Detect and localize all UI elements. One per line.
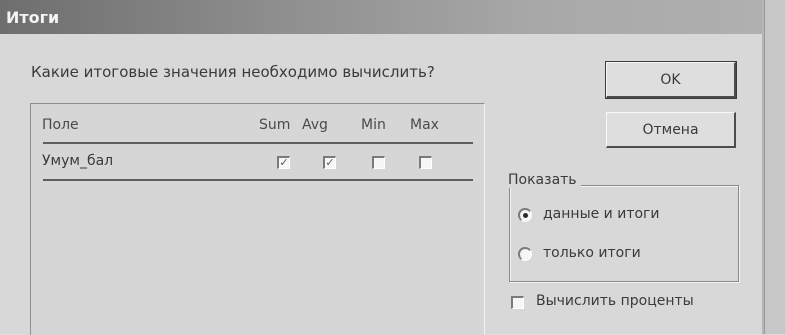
- min-checkbox[interactable]: [372, 156, 385, 169]
- radio-label-totals-only: только итоги: [543, 245, 641, 261]
- radio-label-data-and-totals: данные и итоги: [543, 206, 660, 222]
- header-divider: [43, 142, 473, 144]
- show-group-legend: Показать: [504, 172, 581, 188]
- column-header-max: Max: [410, 117, 439, 133]
- row-field-name: Умум_бал: [42, 153, 114, 169]
- radio-totals-only[interactable]: [518, 247, 532, 261]
- column-header-avg: Avg: [302, 117, 328, 133]
- prompt-text: Какие итоговые значения необходимо вычис…: [31, 63, 435, 81]
- checkmark-icon: ✓: [279, 156, 289, 169]
- column-header-sum: Sum: [259, 117, 291, 133]
- window-title: Итоги: [6, 8, 60, 27]
- cancel-button[interactable]: Отмена: [606, 112, 736, 148]
- show-options-group: [509, 185, 739, 282]
- max-checkbox[interactable]: [419, 156, 432, 169]
- avg-checkbox[interactable]: ✓: [323, 156, 336, 169]
- column-header-min: Min: [361, 117, 386, 133]
- column-header-field: Поле: [42, 117, 79, 133]
- ok-button[interactable]: OK: [605, 61, 737, 99]
- percent-checkbox[interactable]: [511, 296, 524, 309]
- row-divider: [43, 179, 473, 181]
- summary-field-grid: Поле Sum Avg Min Max Умум_бал ✓ ✓: [30, 103, 485, 335]
- summary-dialog: Итоги Какие итоговые значения необходимо…: [0, 0, 764, 335]
- percent-checkbox-label: Вычислить проценты: [536, 293, 694, 309]
- title-bar[interactable]: Итоги: [0, 0, 762, 34]
- radio-selected-dot: [523, 213, 528, 218]
- sum-checkbox[interactable]: ✓: [277, 156, 290, 169]
- radio-data-and-totals[interactable]: [518, 208, 532, 222]
- checkmark-icon: ✓: [325, 156, 335, 169]
- background-window-edge: [764, 0, 785, 334]
